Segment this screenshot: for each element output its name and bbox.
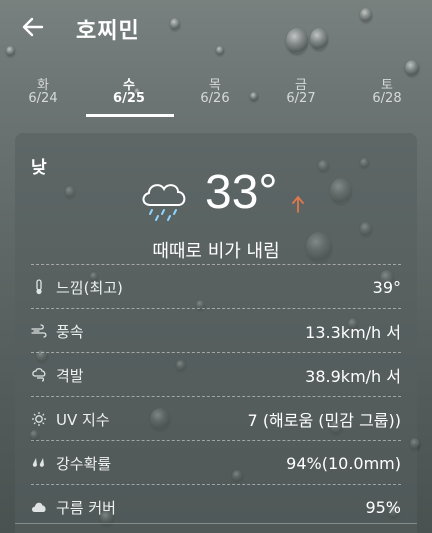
detail-value: 38.9km/h 서 [305,367,401,386]
temperature-up-arrow-icon [292,195,304,213]
detail-label: 풍속 [56,322,84,341]
daytime-forecast-card: 낮 33° 때때로 비가 내림 느낌(최고) 39° 풍속 13.3km/h 서 [15,133,417,533]
top-bar: 호찌민 [0,0,432,60]
day-date: 6/28 [372,91,402,106]
back-button[interactable] [16,10,50,44]
selected-tab-indicator [86,114,174,117]
detail-row-precipitation: 강수확률 94%(10.0mm) [31,441,401,485]
detail-label: 강수확률 [56,454,112,473]
day-date: 6/27 [286,91,316,106]
detail-label: UV 지수 [56,410,110,429]
temperature: 33° [205,166,278,219]
detail-value: 39° [372,277,401,297]
day-date: 6/24 [28,91,58,106]
detail-value: 95% [365,497,401,517]
tab-day-thu[interactable]: 목 6/26 [172,70,258,106]
day-date: 6/26 [200,91,230,106]
detail-label: 구름 커버 [56,498,116,517]
day-date: 6/25 [113,91,145,106]
detail-value: 13.3km/h 서 [305,323,401,342]
detail-value: 7 (해로움 (민감 그룹)) [247,411,401,430]
cloud-rain-icon [142,184,186,221]
cloud-icon [31,499,47,515]
detail-value: 94%(10.0mm) [286,453,401,473]
wind-icon [31,323,47,339]
rain-drops-icon [31,455,47,471]
day-name: 수 [123,78,135,93]
tab-day-sat[interactable]: 토 6/28 [344,70,430,106]
day-name: 목 [209,78,221,93]
card-bottom-divider [15,523,417,524]
detail-row-wind: 풍속 13.3km/h 서 [31,309,401,353]
sun-icon [31,411,47,427]
day-tabs: 화 6/24 수 6/25 목 6/26 금 6/27 토 6/28 [0,70,432,120]
thermometer-icon [31,279,47,295]
detail-row-gust: 격발 38.9km/h 서 [31,353,401,397]
day-name: 토 [381,78,393,93]
back-arrow-icon [22,17,44,37]
tab-day-tue[interactable]: 화 6/24 [0,70,86,106]
gust-icon [31,367,47,383]
detail-label: 느낌(최고) [56,278,123,297]
page-title: 호찌민 [76,19,140,44]
card-title: 낮 [31,158,47,178]
detail-row-uv: UV 지수 7 (해로움 (민감 그룹)) [31,397,401,441]
detail-label: 격발 [56,366,84,385]
day-name: 화 [37,78,49,93]
day-name: 금 [295,78,307,93]
tab-day-wed[interactable]: 수 6/25 [86,70,172,106]
detail-row-feels-like: 느낌(최고) 39° [31,265,401,309]
tab-day-fri[interactable]: 금 6/27 [258,70,344,106]
weather-condition: 때때로 비가 내림 [152,241,280,262]
